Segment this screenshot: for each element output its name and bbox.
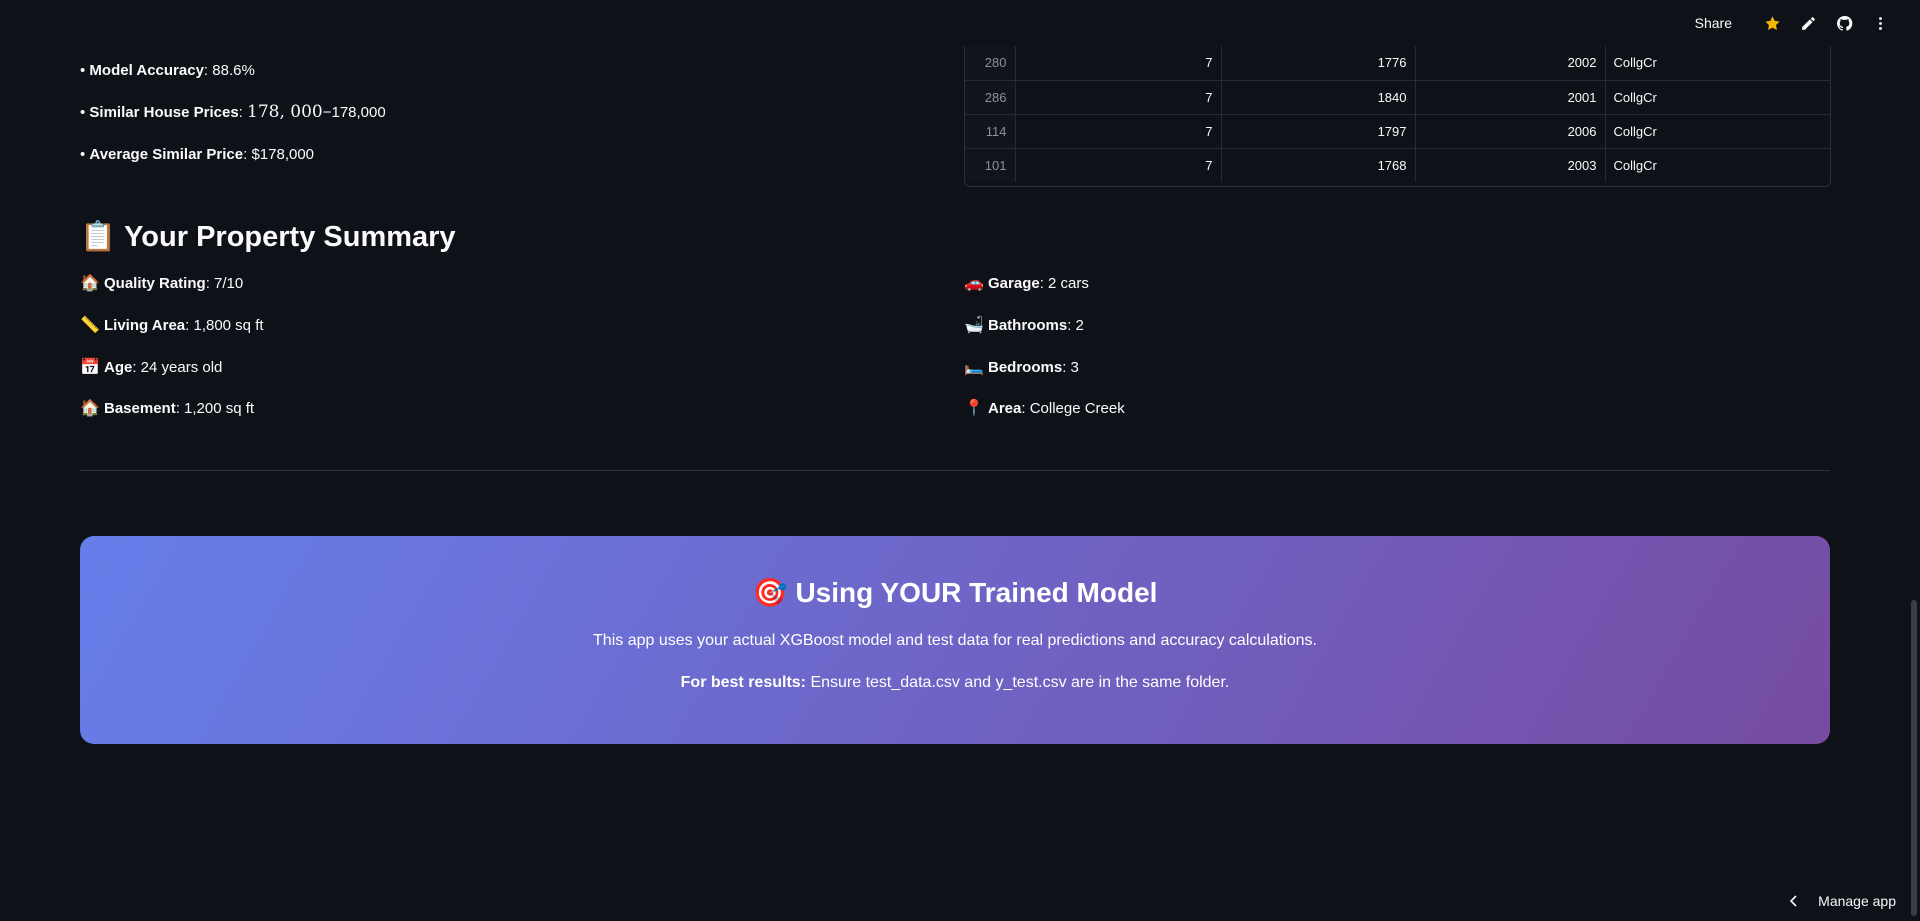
- target-icon: 🎯: [752, 577, 788, 608]
- stat-similar-prices: • Similar House Prices: 178, 000−178,000: [80, 102, 386, 122]
- manage-app-label: Manage app: [1818, 893, 1896, 909]
- stat-value: : 88.6%: [203, 62, 255, 79]
- summary-value: : 1,200 sq ft: [175, 399, 255, 417]
- table-row[interactable]: 286 7 1840 2001 CollgCr: [965, 80, 1830, 115]
- cell-neighborhood[interactable]: CollgCr: [1605, 114, 1830, 149]
- summary-item-area: 📍 Area: College Creek: [964, 398, 1125, 418]
- summary-value: : 3: [1062, 358, 1079, 376]
- stat-math-value: 178, 000: [247, 102, 323, 122]
- summary-value: : 2: [1067, 316, 1084, 334]
- stat-label: Average Similar Price: [89, 146, 244, 163]
- summary-item-bathrooms: 🛁 Bathrooms: 2: [964, 315, 1084, 335]
- summary-value: : 7/10: [205, 274, 244, 292]
- summary-emoji-icon: 🏠: [80, 400, 100, 417]
- clipboard-icon: 📋: [80, 221, 117, 253]
- summary-value: : 2 cars: [1039, 274, 1089, 292]
- cell-neighborhood[interactable]: CollgCr: [1605, 46, 1830, 81]
- stat-label: Model Accuracy: [89, 62, 204, 79]
- more-vertical-icon[interactable]: [1862, 5, 1898, 41]
- pencil-icon[interactable]: [1790, 5, 1826, 41]
- page-title: 📋 Your Property Summary: [80, 220, 456, 254]
- stat-average-price: • Average Similar Price: $178,000: [80, 146, 315, 163]
- cell-year-built[interactable]: 2001: [1415, 80, 1606, 115]
- model-info-banner: 🎯 Using YOUR Trained Model This app uses…: [80, 536, 1830, 744]
- share-button[interactable]: Share: [1695, 15, 1732, 31]
- stat-value: : $178,000: [243, 146, 315, 163]
- banner-title: 🎯 Using YOUR Trained Model: [80, 576, 1830, 609]
- summary-label: Bedrooms: [988, 358, 1063, 376]
- cell-year-built[interactable]: 2006: [1415, 114, 1606, 149]
- row-index[interactable]: 101: [965, 148, 1016, 182]
- banner-tip: For best results: Ensure test_data.csv a…: [80, 674, 1830, 692]
- summary-label: Quality Rating: [104, 274, 206, 292]
- summary-item-garage: 🚗 Garage: 2 cars: [964, 273, 1089, 293]
- summary-label: Area: [988, 399, 1022, 417]
- summary-label: Living Area: [104, 316, 186, 334]
- app-toolbar: Share: [1695, 0, 1920, 46]
- summary-emoji-icon: 📍: [964, 400, 984, 417]
- cell-living-area[interactable]: 1840: [1221, 80, 1416, 115]
- cell-neighborhood[interactable]: CollgCr: [1605, 148, 1830, 182]
- cell-living-area[interactable]: 1768: [1221, 148, 1416, 182]
- summary-value: : 1,800 sq ft: [185, 316, 264, 334]
- summary-label: Age: [104, 358, 133, 376]
- summary-emoji-icon: 🛁: [964, 317, 984, 334]
- row-index[interactable]: 286: [965, 80, 1016, 115]
- summary-value: : 24 years old: [132, 358, 223, 376]
- cell-year-built[interactable]: 2003: [1415, 148, 1606, 182]
- cell-quality[interactable]: 7: [1015, 114, 1222, 149]
- table-row[interactable]: 114 7 1797 2006 CollgCr: [965, 114, 1830, 149]
- banner-description: This app uses your actual XGBoost model …: [593, 632, 1317, 649]
- table-row[interactable]: 280 7 1776 2002 CollgCr: [965, 46, 1830, 81]
- summary-label: Bathrooms: [988, 316, 1068, 334]
- cell-quality[interactable]: 7: [1015, 148, 1222, 182]
- banner-tip-label: For best results:: [680, 674, 806, 691]
- summary-item-age: 📅 Age: 24 years old: [80, 357, 222, 377]
- summary-emoji-icon: 📅: [80, 359, 100, 376]
- summary-title: Your Property Summary: [124, 220, 456, 253]
- similar-houses-table[interactable]: 280 7 1776 2002 CollgCr 286 7 1840 2001 CollgCr 11…: [964, 46, 1831, 187]
- summary-item-basement: 🏠 Basement: 1,200 sq ft: [80, 398, 254, 418]
- summary-emoji-icon: 🛏️: [964, 359, 984, 376]
- cell-quality[interactable]: 7: [1015, 80, 1222, 115]
- star-icon[interactable]: [1754, 5, 1790, 41]
- cell-living-area[interactable]: 1776: [1221, 46, 1416, 81]
- cell-quality[interactable]: 7: [1015, 46, 1222, 81]
- cell-living-area[interactable]: 1797: [1221, 114, 1416, 149]
- summary-emoji-icon: 🚗: [964, 275, 984, 292]
- summary-value: : College Creek: [1021, 399, 1125, 417]
- summary-emoji-icon: 📏: [80, 317, 100, 334]
- stat-label: Similar House Prices: [89, 104, 239, 121]
- manage-app-button[interactable]: Manage app: [1788, 893, 1896, 909]
- divider: [80, 470, 1830, 471]
- summary-label: Basement: [104, 399, 176, 417]
- stat-colon: :: [238, 104, 248, 121]
- row-index[interactable]: 280: [965, 46, 1016, 81]
- cell-neighborhood[interactable]: CollgCr: [1605, 80, 1830, 115]
- summary-label: Garage: [988, 274, 1040, 292]
- table-row[interactable]: 101 7 1768 2003 CollgCr: [965, 148, 1830, 182]
- cell-year-built[interactable]: 2002: [1415, 46, 1606, 81]
- row-index[interactable]: 114: [965, 114, 1016, 149]
- summary-item-living-area: 📏 Living Area: 1,800 sq ft: [80, 315, 264, 335]
- scrollbar-thumb[interactable]: [1911, 600, 1917, 916]
- summary-item-bedrooms: 🛏️ Bedrooms: 3: [964, 357, 1079, 377]
- banner-title-text: Using YOUR Trained Model: [795, 576, 1158, 608]
- scrollbar[interactable]: [1908, 0, 1920, 921]
- github-icon[interactable]: [1826, 5, 1862, 41]
- summary-item-quality-rating: 🏠 Quality Rating: 7/10: [80, 273, 243, 293]
- banner-tip-text: Ensure test_data.csv and y_test.csv are …: [806, 674, 1230, 691]
- chevron-left-icon: [1790, 895, 1797, 907]
- stat-value-rest: −178,000: [322, 104, 386, 121]
- summary-emoji-icon: 🏠: [80, 275, 100, 292]
- stat-model-accuracy: • Model Accuracy: 88.6%: [80, 62, 255, 79]
